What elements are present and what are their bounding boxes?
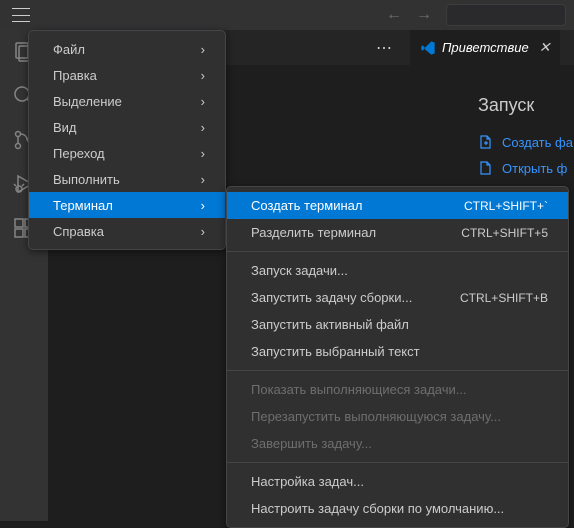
- submenu-item-label: Разделить терминал: [251, 225, 376, 240]
- open-file-icon: [478, 160, 494, 176]
- close-icon[interactable]: ✕: [539, 39, 551, 56]
- chevron-right-icon: ›: [201, 198, 205, 213]
- menu-separator: [227, 462, 568, 463]
- main-menu-dropdown: Файл›Правка›Выделение›Вид›Переход›Выполн…: [28, 30, 226, 250]
- chevron-right-icon: ›: [201, 224, 205, 239]
- hamburger-menu-icon[interactable]: [12, 8, 30, 22]
- menu-item-5[interactable]: Выполнить ›: [29, 166, 225, 192]
- menu-item-2[interactable]: Выделение ›: [29, 88, 225, 114]
- editor-actions-icon[interactable]: ⋯: [368, 38, 400, 58]
- menu-separator: [227, 370, 568, 371]
- menu-item-label: Справка: [53, 224, 104, 239]
- submenu-item-9: Перезапустить выполняющуюся задачу...: [227, 403, 568, 430]
- chevron-right-icon: ›: [201, 146, 205, 161]
- menu-item-6[interactable]: Терминал ›: [29, 192, 225, 218]
- terminal-submenu: Создать терминал CTRL+SHIFT+` Разделить те…: [226, 186, 569, 528]
- new-file-icon: [478, 134, 494, 150]
- keyboard-shortcut: CTRL+SHIFT+5: [461, 226, 548, 240]
- tab-welcome[interactable]: Приветствие ✕: [410, 30, 560, 65]
- command-center-search[interactable]: [446, 4, 566, 26]
- welcome-link-open-file[interactable]: Открыть ф: [478, 160, 574, 176]
- submenu-item-label: Запустить выбранный текст: [251, 344, 420, 359]
- submenu-item-label: Запуск задачи...: [251, 263, 348, 278]
- menu-item-label: Правка: [53, 68, 97, 83]
- submenu-item-1[interactable]: Разделить терминал CTRL+SHIFT+5: [227, 219, 568, 246]
- chevron-right-icon: ›: [201, 42, 205, 57]
- menu-item-label: Терминал: [53, 198, 113, 213]
- submenu-item-label: Создать терминал: [251, 198, 362, 213]
- submenu-item-label: Завершить задачу...: [251, 436, 372, 451]
- submenu-item-label: Настройка задач...: [251, 474, 364, 489]
- nav-forward-icon[interactable]: →: [416, 6, 432, 24]
- submenu-item-label: Показать выполняющиеся задачи...: [251, 382, 467, 397]
- submenu-item-5[interactable]: Запустить активный файл: [227, 311, 568, 338]
- submenu-item-label: Запустить активный файл: [251, 317, 409, 332]
- submenu-item-label: Перезапустить выполняющуюся задачу...: [251, 409, 501, 424]
- submenu-item-13[interactable]: Настроить задачу сборки по умолчанию...: [227, 495, 568, 522]
- submenu-item-10: Завершить задачу...: [227, 430, 568, 457]
- chevron-right-icon: ›: [201, 172, 205, 187]
- keyboard-shortcut: CTRL+SHIFT+`: [464, 199, 548, 213]
- submenu-item-label: Запустить задачу сборки...: [251, 290, 412, 305]
- menu-item-label: Переход: [53, 146, 105, 161]
- chevron-right-icon: ›: [201, 120, 205, 135]
- welcome-heading: Запуск: [478, 95, 574, 116]
- menu-item-1[interactable]: Правка ›: [29, 62, 225, 88]
- menu-item-7[interactable]: Справка ›: [29, 218, 225, 244]
- submenu-item-12[interactable]: Настройка задач...: [227, 468, 568, 495]
- menu-item-label: Вид: [53, 120, 77, 135]
- submenu-item-6[interactable]: Запустить выбранный текст: [227, 338, 568, 365]
- menu-separator: [227, 251, 568, 252]
- menu-item-label: Выделение: [53, 94, 122, 109]
- welcome-link-new-file[interactable]: Создать фа: [478, 134, 574, 150]
- tab-title: Приветствие: [442, 40, 529, 55]
- submenu-item-label: Настроить задачу сборки по умолчанию...: [251, 501, 504, 516]
- menu-item-0[interactable]: Файл ›: [29, 36, 225, 62]
- nav-back-icon[interactable]: ←: [386, 6, 402, 24]
- submenu-item-4[interactable]: Запустить задачу сборки... CTRL+SHIFT+B: [227, 284, 568, 311]
- vscode-logo-icon: [420, 40, 436, 56]
- keyboard-shortcut: CTRL+SHIFT+B: [460, 291, 548, 305]
- submenu-item-3[interactable]: Запуск задачи...: [227, 257, 568, 284]
- titlebar: ← →: [0, 0, 574, 30]
- chevron-right-icon: ›: [201, 94, 205, 109]
- chevron-right-icon: ›: [201, 68, 205, 83]
- menu-item-3[interactable]: Вид ›: [29, 114, 225, 140]
- menu-item-label: Файл: [53, 42, 85, 57]
- menu-item-4[interactable]: Переход ›: [29, 140, 225, 166]
- submenu-item-8: Показать выполняющиеся задачи...: [227, 376, 568, 403]
- menu-item-label: Выполнить: [53, 172, 120, 187]
- submenu-item-0[interactable]: Создать терминал CTRL+SHIFT+`: [227, 192, 568, 219]
